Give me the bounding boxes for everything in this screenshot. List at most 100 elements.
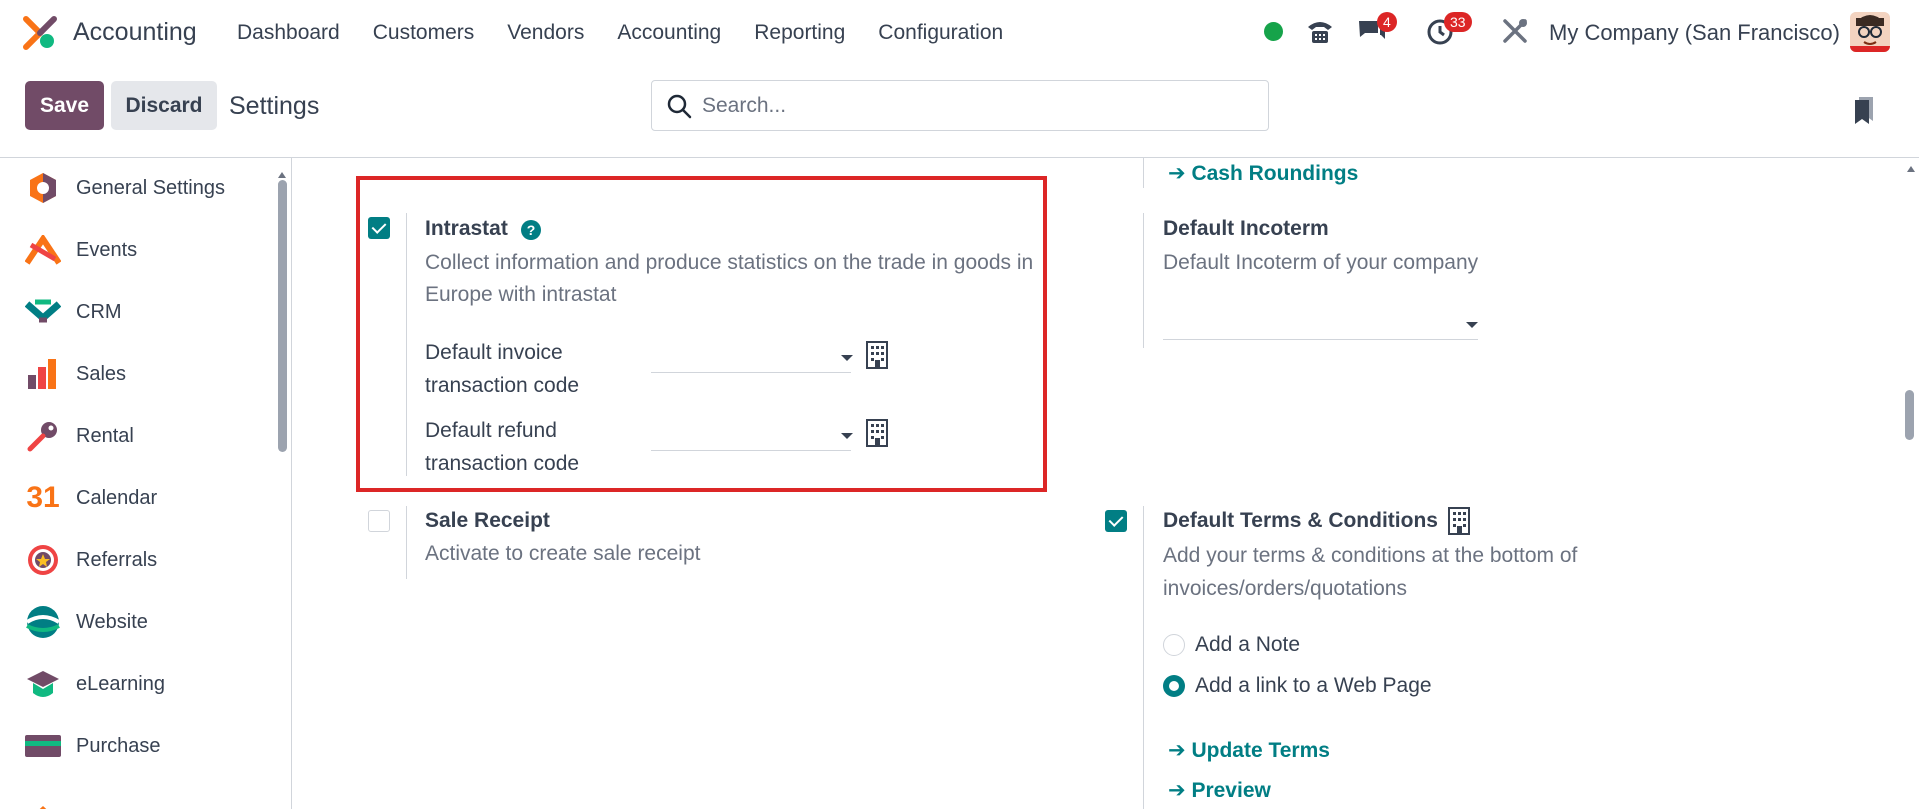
menu-reporting[interactable]: Reporting — [754, 21, 845, 45]
incoterm-title: Default Incoterm — [1163, 217, 1329, 240]
chevron-down-icon[interactable] — [1466, 322, 1478, 328]
add-link-radio[interactable] — [1163, 675, 1185, 697]
company-building-icon[interactable] — [1447, 506, 1471, 536]
search-input[interactable] — [702, 91, 1242, 121]
sidebar-item-label: Purchase — [76, 734, 161, 757]
terms-title: Default Terms & Conditions — [1163, 509, 1438, 532]
activities-badge: 33 — [1444, 12, 1472, 32]
sidebar-item-events[interactable]: Events — [24, 230, 137, 270]
messages-badge: 4 — [1377, 12, 1397, 32]
invoice-code-underline — [651, 372, 851, 373]
elearning-icon — [27, 671, 59, 697]
incoterm-select[interactable] — [1163, 308, 1478, 340]
refund-code-underline — [651, 450, 851, 451]
intrastat-checkbox[interactable] — [368, 217, 390, 239]
phone-icon[interactable] — [1304, 15, 1336, 47]
invoice-code-label: Default invoice transaction code — [425, 341, 580, 397]
main-menu: Dashboard Customers Vendors Accounting R… — [237, 21, 1036, 45]
search-icon — [667, 94, 692, 119]
online-status-icon[interactable] — [1264, 22, 1283, 41]
sidebar-item-label: Referrals — [76, 548, 158, 571]
setting-divider — [1143, 213, 1144, 348]
intrastat-title: Intrastat — [425, 217, 508, 240]
scroll-up-icon[interactable] — [1905, 163, 1917, 175]
sidebar-item-partial[interactable] — [24, 788, 76, 809]
calendar-icon: 31 — [26, 481, 60, 514]
search-bar[interactable] — [651, 80, 1269, 131]
sidebar-item-rental[interactable]: Rental — [24, 416, 134, 456]
bookmark-icon[interactable] — [1853, 95, 1875, 125]
sale-receipt-checkbox[interactable] — [368, 510, 390, 532]
sidebar-item-label: Website — [76, 610, 148, 633]
menu-accounting[interactable]: Accounting — [617, 21, 721, 45]
user-avatar[interactable] — [1850, 12, 1890, 52]
terms-checkbox[interactable] — [1105, 510, 1127, 532]
sidebar-item-label: CRM — [76, 300, 122, 323]
sidebar-item-label: General Settings — [76, 176, 225, 199]
app-name[interactable]: Accounting — [73, 18, 197, 47]
sidebar-item-crm[interactable]: CRM — [24, 292, 122, 332]
crm-icon — [25, 299, 61, 323]
invoice-code-select[interactable] — [651, 346, 851, 378]
accounting-app-icon[interactable] — [22, 15, 58, 51]
sidebar-item-general-settings[interactable]: General Settings — [24, 168, 225, 208]
arrow-right-icon: ➔ — [1168, 162, 1186, 185]
company-building-icon[interactable] — [865, 340, 889, 370]
company-switcher[interactable]: My Company (San Francisco) — [1549, 20, 1840, 46]
add-note-radio[interactable] — [1163, 634, 1185, 656]
sidebar-item-calendar[interactable]: 31 Calendar — [24, 478, 157, 518]
setting-divider — [406, 506, 407, 579]
add-link-label[interactable]: Add a link to a Web Page — [1195, 674, 1432, 698]
sidebar-item-label: Events — [76, 238, 138, 261]
top-navbar: Accounting Dashboard Customers Vendors A… — [0, 0, 1919, 66]
sales-icon — [28, 359, 56, 389]
refund-code-label: Default refund transaction code — [425, 419, 580, 475]
menu-dashboard[interactable]: Dashboard — [237, 21, 340, 45]
sidebar-item-label: eLearning — [76, 672, 165, 695]
preview-link[interactable]: ➔ Preview — [1168, 778, 1271, 803]
referrals-icon — [28, 545, 58, 575]
sidebar-item-label: Sales — [76, 362, 127, 385]
sidebar-scroll-thumb[interactable] — [278, 180, 287, 452]
setting-divider — [1143, 506, 1144, 809]
sidebar-item-website[interactable]: Website — [24, 602, 148, 642]
arrow-right-icon: ➔ — [1168, 739, 1186, 762]
refund-code-select[interactable] — [651, 424, 851, 456]
sidebar-item-sales[interactable]: Sales — [24, 354, 126, 394]
settings-sidebar: General Settings Events CRM Sales Rental… — [0, 158, 292, 809]
cash-roundings-link[interactable]: ➔ Cash Roundings — [1168, 161, 1358, 186]
content-scroll-thumb[interactable] — [1905, 390, 1914, 440]
chevron-down-icon[interactable] — [841, 433, 853, 439]
website-icon — [25, 606, 61, 638]
purchase-icon — [25, 735, 61, 757]
help-icon[interactable]: ? — [521, 220, 541, 240]
company-building-icon[interactable] — [865, 418, 889, 448]
incoterm-description: Default Incoterm of your company — [1163, 251, 1479, 274]
menu-customers[interactable]: Customers — [373, 21, 475, 45]
setting-divider — [406, 213, 407, 476]
sidebar-item-referrals[interactable]: Referrals — [24, 540, 157, 580]
add-note-label[interactable]: Add a Note — [1195, 633, 1300, 657]
sidebar-item-elearning[interactable]: eLearning — [24, 664, 165, 704]
discard-button[interactable]: Discard — [111, 81, 217, 130]
terms-description: Add your terms & conditions at the botto… — [1163, 544, 1578, 600]
rental-icon — [27, 422, 57, 452]
sidebar-item-purchase[interactable]: Purchase — [24, 726, 161, 766]
inventory-icon — [39, 806, 47, 809]
sale-receipt-description: Activate to create sale receipt — [425, 542, 701, 565]
column-divider — [1143, 158, 1144, 188]
sidebar-item-label: Rental — [76, 424, 134, 447]
settings-content: ➔ Cash Roundings Intrastat ? Collect inf… — [293, 158, 1919, 809]
general-settings-icon — [30, 173, 56, 203]
menu-vendors[interactable]: Vendors — [507, 21, 584, 45]
update-terms-link[interactable]: ➔ Update Terms — [1168, 738, 1330, 763]
sidebar-item-label: Calendar — [76, 486, 158, 509]
sale-receipt-title: Sale Receipt — [425, 509, 550, 532]
save-button[interactable]: Save — [25, 81, 104, 130]
menu-configuration[interactable]: Configuration — [878, 21, 1003, 45]
tools-icon[interactable] — [1499, 15, 1531, 47]
events-icon — [25, 235, 61, 265]
page-title: Settings — [229, 92, 320, 120]
chevron-down-icon[interactable] — [841, 355, 853, 361]
intrastat-description: Collect information and produce statisti… — [425, 251, 1034, 306]
